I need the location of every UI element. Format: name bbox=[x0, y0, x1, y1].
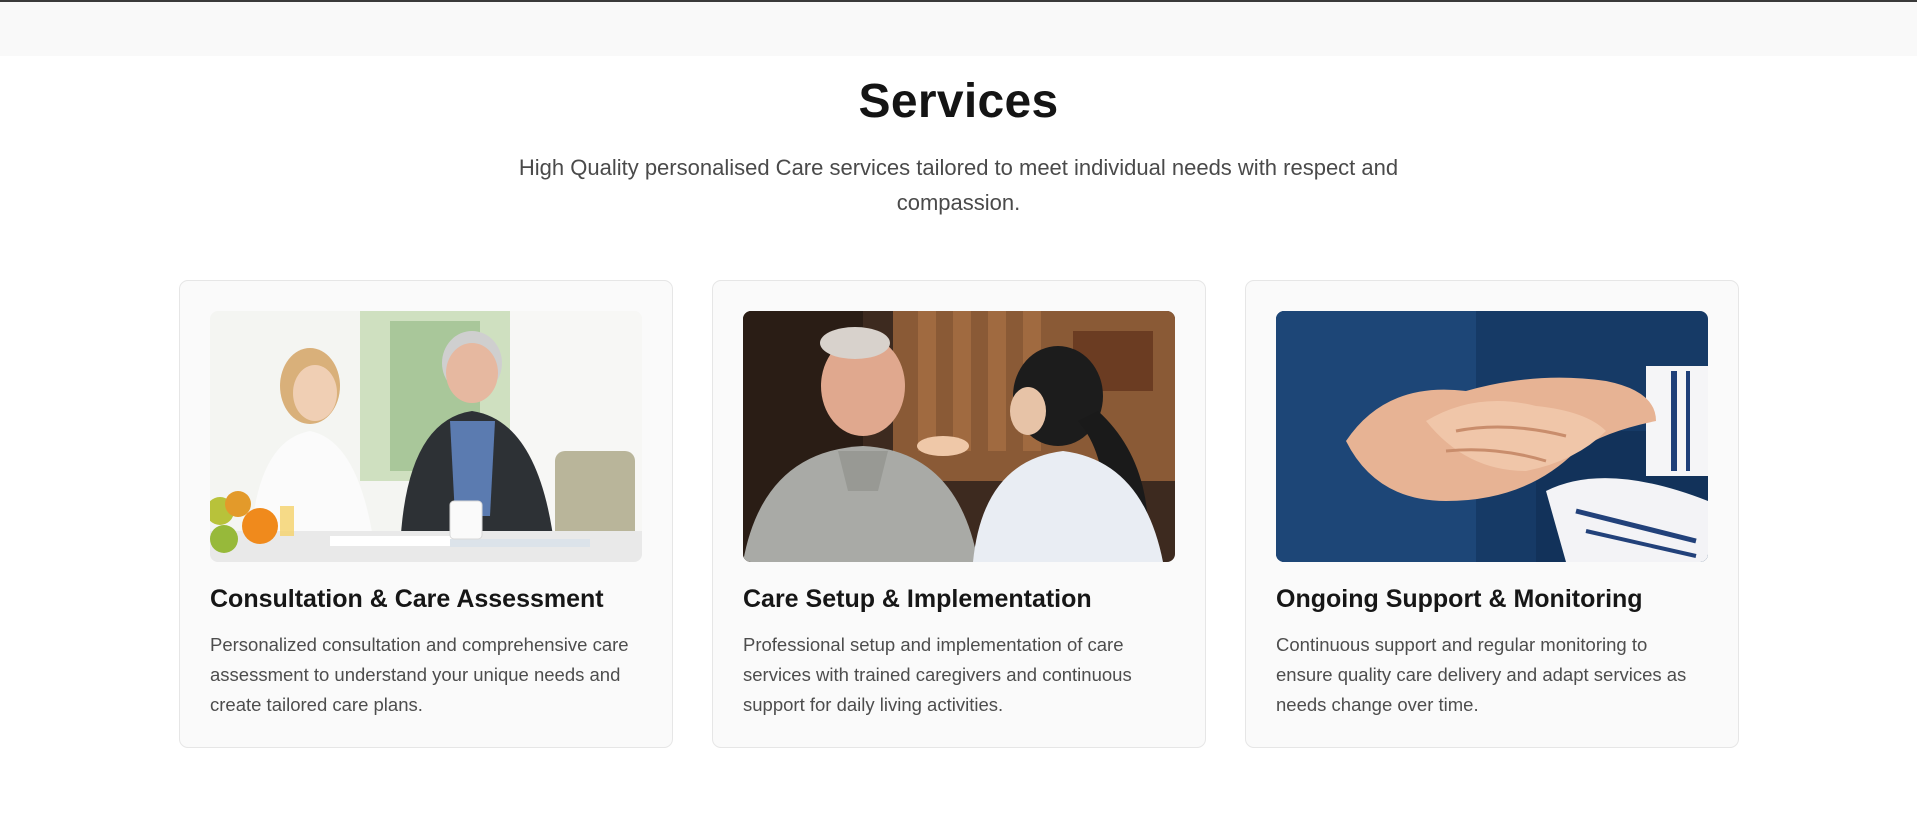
card-title: Care Setup & Implementation bbox=[743, 585, 1092, 613]
service-card-consultation[interactable]: Consultation & Care Assessment Personali… bbox=[179, 280, 673, 748]
card-title: Consultation & Care Assessment bbox=[210, 585, 604, 613]
care-setup-photo bbox=[743, 311, 1175, 562]
header-band bbox=[0, 2, 1917, 56]
card-description: Personalized consultation and comprehens… bbox=[210, 634, 629, 715]
card-description: Professional setup and implementation of… bbox=[743, 634, 1132, 715]
ongoing-support-photo bbox=[1276, 311, 1708, 562]
service-card-care-setup[interactable]: Care Setup & Implementation Professional… bbox=[712, 280, 1206, 748]
service-card-ongoing-support[interactable]: Ongoing Support & Monitoring Continuous … bbox=[1245, 280, 1739, 748]
section-title: Services bbox=[858, 75, 1059, 128]
card-title: Ongoing Support & Monitoring bbox=[1276, 585, 1643, 613]
card-description: Continuous support and regular monitorin… bbox=[1276, 634, 1687, 715]
consultation-photo bbox=[210, 311, 642, 562]
section-subtitle: High Quality personalised Care services … bbox=[518, 155, 1399, 215]
